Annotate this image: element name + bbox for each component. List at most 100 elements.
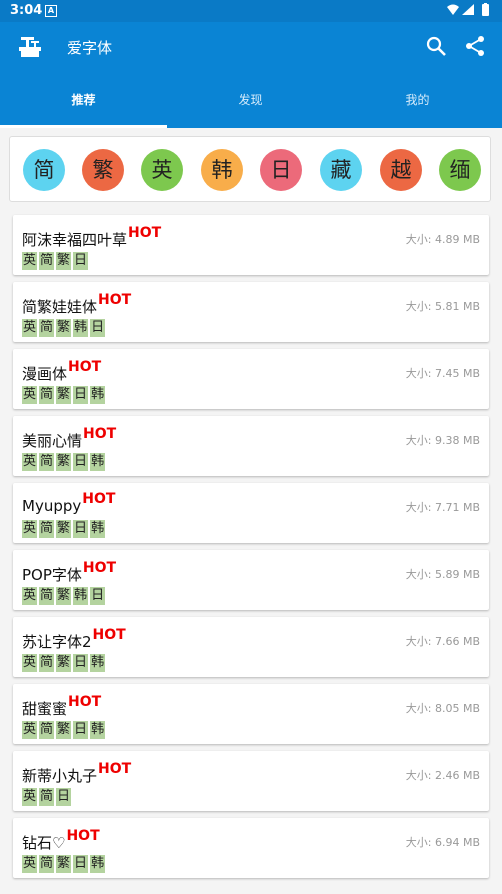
- hot-badge: HOT: [92, 627, 126, 643]
- language-tag: 韩: [90, 453, 106, 471]
- language-tag: 英: [22, 855, 38, 873]
- font-size-label: 大小: 9.38 MB: [405, 434, 480, 447]
- language-tag: 日: [73, 654, 89, 672]
- language-tag: 英: [22, 252, 38, 270]
- language-tag: 繁: [56, 654, 72, 672]
- tab-bar: 推荐 发现 我的: [0, 72, 502, 128]
- filter-korean[interactable]: 韩: [201, 149, 243, 191]
- hot-badge: HOT: [68, 359, 102, 375]
- font-size-label: 大小: 7.45 MB: [405, 367, 480, 380]
- filter-japanese[interactable]: 日: [260, 149, 302, 191]
- language-filter-bar: 简 繁 英 韩 日 藏 越 缅: [9, 136, 491, 202]
- font-name: 钻石♡HOT: [22, 828, 100, 853]
- tab-mine[interactable]: 我的: [334, 72, 501, 128]
- language-tags: 英简繁韩日: [22, 319, 106, 337]
- language-tag: 简: [39, 386, 55, 404]
- font-name-text: POP字体: [22, 566, 82, 584]
- language-tags: 英简繁日韩: [22, 386, 106, 404]
- wifi-signal-battery-icon: [447, 3, 489, 16]
- language-tags: 英简繁韩日: [22, 587, 106, 605]
- language-tag: 简: [39, 520, 55, 538]
- notification-icon: A: [45, 5, 57, 17]
- language-tag: 简: [39, 587, 55, 605]
- language-tag: 简: [39, 252, 55, 270]
- filter-tibetan[interactable]: 藏: [320, 149, 362, 191]
- font-card[interactable]: 简繁娃娃体HOT 大小: 5.81 MB 英简繁韩日: [13, 282, 489, 342]
- font-name: 简繁娃娃体HOT: [22, 292, 131, 317]
- language-tags: 英简繁日韩: [22, 654, 106, 672]
- font-card[interactable]: 美丽心情HOT 大小: 9.38 MB 英简繁日韩: [13, 416, 489, 476]
- share-icon[interactable]: [463, 34, 487, 58]
- font-name-text: 甜蜜蜜: [22, 700, 68, 718]
- tab-recommend[interactable]: 推荐: [0, 72, 167, 128]
- hot-badge: HOT: [83, 426, 117, 442]
- font-name-text: 简繁娃娃体: [22, 298, 98, 316]
- font-name-text: 新蒂小丸子: [22, 767, 98, 785]
- font-size-label: 大小: 8.05 MB: [405, 702, 480, 715]
- app-logo-icon: [19, 37, 41, 57]
- font-name: 苏让字体2HOT: [22, 627, 126, 652]
- font-card[interactable]: 苏让字体2HOT 大小: 7.66 MB 英简繁日韩: [13, 617, 489, 677]
- font-card[interactable]: 甜蜜蜜HOT 大小: 8.05 MB 英简繁日韩: [13, 684, 489, 744]
- font-size-label: 大小: 7.66 MB: [405, 635, 480, 648]
- language-tag: 简: [39, 788, 55, 806]
- filter-traditional[interactable]: 繁: [82, 149, 124, 191]
- font-card[interactable]: 阿沫幸福四叶草HOT 大小: 4.89 MB 英简繁日: [13, 215, 489, 275]
- font-name-text: 漫画体: [22, 365, 68, 383]
- language-tag: 简: [39, 654, 55, 672]
- language-tag: 日: [90, 587, 106, 605]
- font-card[interactable]: MyuppyHOT 大小: 7.71 MB 英简繁日韩: [13, 483, 489, 543]
- hot-badge: HOT: [128, 225, 162, 241]
- filter-burmese[interactable]: 缅: [439, 149, 481, 191]
- language-tag: 英: [22, 386, 38, 404]
- hot-badge: HOT: [66, 828, 100, 844]
- search-icon[interactable]: [424, 34, 448, 58]
- font-name-text: Myuppy: [22, 497, 82, 515]
- font-name: 阿沫幸福四叶草HOT: [22, 225, 161, 250]
- language-tags: 英简繁日韩: [22, 855, 106, 873]
- language-tag: 英: [22, 721, 38, 739]
- language-tag: 日: [73, 520, 89, 538]
- font-name: 甜蜜蜜HOT: [22, 694, 101, 719]
- language-tag: 繁: [56, 855, 72, 873]
- font-card[interactable]: 漫画体HOT 大小: 7.45 MB 英简繁日韩: [13, 349, 489, 409]
- language-tag: 繁: [56, 319, 72, 337]
- font-size-label: 大小: 5.89 MB: [405, 568, 480, 581]
- font-name-text: 钻石♡: [22, 834, 66, 852]
- filter-vietnamese[interactable]: 越: [380, 149, 422, 191]
- language-tag: 韩: [90, 721, 106, 739]
- tab-indicator: [0, 125, 167, 128]
- font-size-label: 大小: 4.89 MB: [405, 233, 480, 246]
- language-tag: 繁: [56, 520, 72, 538]
- language-tag: 繁: [56, 453, 72, 471]
- language-tag: 韩: [73, 319, 89, 337]
- hot-badge: HOT: [68, 694, 102, 710]
- filter-english[interactable]: 英: [141, 149, 183, 191]
- hot-badge: HOT: [82, 560, 117, 576]
- language-tag: 日: [56, 788, 72, 806]
- language-tag: 繁: [56, 386, 72, 404]
- language-tag: 简: [39, 721, 55, 739]
- language-tag: 日: [73, 252, 89, 270]
- language-tag: 日: [73, 453, 89, 471]
- tab-discover[interactable]: 发现: [167, 72, 334, 128]
- font-size-label: 大小: 7.71 MB: [405, 501, 480, 514]
- font-name-text: 阿沫幸福四叶草: [22, 231, 128, 249]
- language-tag: 简: [39, 855, 55, 873]
- status-time: 3:04: [10, 3, 43, 18]
- language-tag: 繁: [56, 587, 72, 605]
- language-tag: 简: [39, 319, 55, 337]
- font-card[interactable]: 新蒂小丸子HOT 大小: 2.46 MB 英简日: [13, 751, 489, 811]
- font-name: POP字体HOT: [22, 560, 116, 585]
- hot-badge: HOT: [98, 761, 132, 777]
- font-card[interactable]: 钻石♡HOT 大小: 6.94 MB 英简繁日韩: [13, 818, 489, 878]
- language-tags: 英简繁日韩: [22, 453, 106, 471]
- filter-simplified[interactable]: 简: [23, 149, 65, 191]
- app-title: 爱字体: [67, 39, 113, 57]
- system-status-icons: [446, 3, 492, 20]
- font-size-label: 大小: 6.94 MB: [405, 836, 480, 849]
- language-tags: 英简繁日韩: [22, 520, 106, 538]
- font-card[interactable]: POP字体HOT 大小: 5.89 MB 英简繁韩日: [13, 550, 489, 610]
- hot-badge: HOT: [98, 292, 132, 308]
- language-tags: 英简繁日韩: [22, 721, 106, 739]
